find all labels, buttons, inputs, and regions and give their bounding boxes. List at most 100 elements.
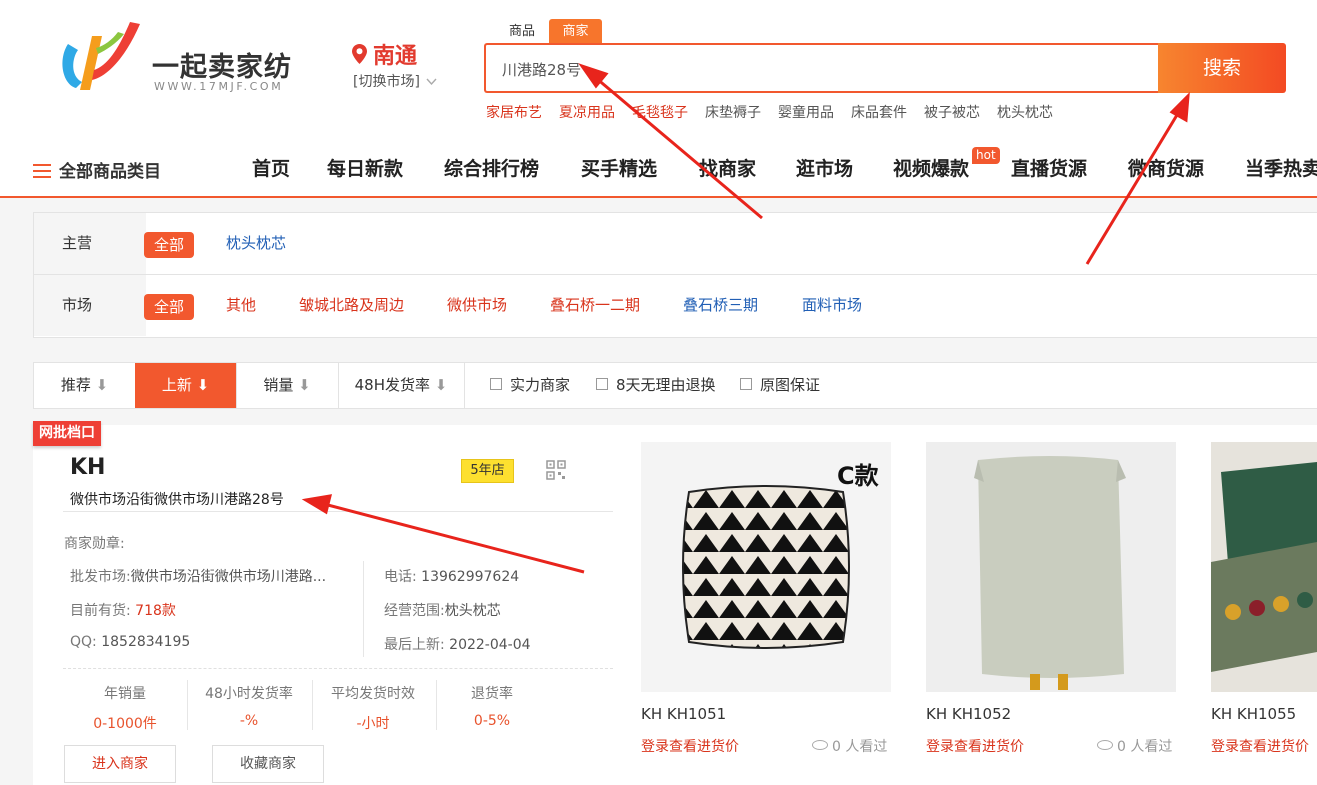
enter-shop-button[interactable]: 进入商家 [64, 745, 176, 783]
product-tag: C款 [837, 462, 879, 490]
hot-keyword[interactable]: 家居布艺 [486, 105, 542, 121]
sort-sales[interactable]: 销量 ⬇ [236, 363, 339, 408]
hot-keyword[interactable]: 床垫褥子 [705, 105, 761, 121]
stat-48h-rate: 48小时发货率 -% [188, 683, 310, 729]
check-strong-merchant[interactable]: 实力商家 [490, 363, 570, 408]
sort-recommend[interactable]: 推荐 ⬇ [34, 363, 136, 408]
logo-mark-icon [62, 22, 140, 90]
filter-market-all[interactable]: 全部 [144, 294, 194, 320]
nav-item-ranking[interactable]: 综合排行榜 [444, 154, 539, 181]
filter-market-option[interactable]: 叠石桥一二期 [550, 294, 640, 315]
shop-scope: 经营范围:枕头枕芯 [384, 600, 501, 620]
hot-keyword[interactable]: 毛毯毯子 [632, 105, 688, 121]
shop-market: 批发市场:微供市场沿街微供市场川港路... [70, 566, 326, 586]
login-price-link[interactable]: 登录查看进货价 [926, 736, 1024, 756]
filter-market-option[interactable]: 叠石桥三期 [683, 294, 758, 315]
sort-shipping-rate[interactable]: 48H发货率 ⬇ [338, 363, 465, 408]
hot-keyword[interactable]: 枕头枕芯 [997, 105, 1053, 121]
product-image[interactable] [1211, 442, 1317, 692]
collect-shop-button[interactable]: 收藏商家 [212, 745, 324, 783]
hot-keyword[interactable]: 床品套件 [851, 105, 907, 121]
nav-item-markets[interactable]: 逛市场 [796, 154, 853, 181]
info-label: 最后上新: [384, 637, 445, 653]
nav-item-video-hits[interactable]: 视频爆款 [893, 154, 969, 181]
nav-item-wechat-source[interactable]: 微商货源 [1128, 154, 1204, 181]
info-value: 1852834195 [101, 634, 191, 650]
logo-url: WWW.17MJF.COM [154, 80, 284, 93]
shop-stock: 目前有货: 718款 [70, 600, 176, 620]
hot-keyword[interactable]: 婴童用品 [778, 105, 834, 121]
login-price-link[interactable]: 登录查看进货价 [641, 736, 739, 756]
chevron-down-icon [426, 78, 437, 86]
shop-medal: 商家勋章: [64, 533, 125, 553]
hot-keyword[interactable]: 被子被芯 [924, 105, 980, 121]
stat-return-rate: 退货率 0-5% [431, 683, 553, 729]
city-selector[interactable]: 南通 [352, 38, 417, 70]
stat-annual-sales: 年销量 0-1000件 [64, 683, 186, 733]
search-tab-goods[interactable]: 商品 [497, 19, 547, 44]
info-value: 枕头枕芯 [444, 603, 501, 619]
product-name[interactable]: KH KH1055 [1211, 705, 1296, 723]
stat-value: -小时 [356, 716, 390, 732]
check-original-image[interactable]: 原图保证 [740, 363, 820, 408]
filter-main-all[interactable]: 全部 [144, 232, 194, 258]
check-label: 原图保证 [760, 376, 821, 394]
info-value: 微供市场沿街微供市场川港路... [130, 569, 327, 585]
nav-item-daily-new[interactable]: 每日新款 [327, 154, 403, 181]
info-label: 目前有货: [70, 603, 131, 619]
eye-icon [1097, 740, 1113, 750]
sort-bar: 推荐 ⬇ 上新 ⬇ 销量 ⬇ 48H发货率 ⬇ 实力商家 8天无理由退换 原图保… [33, 362, 1317, 409]
views-count: 0 人看过 [1117, 739, 1173, 755]
views-count: 0 人看过 [832, 739, 888, 755]
switch-market-label: [切换市场] [353, 74, 420, 90]
filter-market-option[interactable]: 其他 [226, 294, 256, 315]
filter-label-main: 主营 [34, 213, 146, 274]
product-name[interactable]: KH KH1051 [641, 705, 726, 723]
main-nav [0, 140, 1317, 198]
filter-row-main: 主营 全部 枕头枕芯 [34, 213, 1317, 275]
search-box [484, 43, 1158, 93]
hot-badge: hot [972, 147, 1000, 164]
nav-item-find-merchant[interactable]: 找商家 [699, 154, 756, 181]
all-categories-menu[interactable]: 全部商品类目 [33, 157, 161, 182]
divider [63, 511, 613, 512]
shop-name[interactable]: KH [70, 455, 105, 480]
stat-label: 退货率 [471, 686, 513, 702]
search-tab-merchant[interactable]: 商家 [549, 19, 602, 44]
filter-market-option[interactable]: 皱城北路及周边 [299, 294, 404, 315]
info-label: 电话: [384, 569, 417, 585]
search-button[interactable]: 搜索 [1158, 43, 1286, 93]
nav-item-live-source[interactable]: 直播货源 [1011, 154, 1087, 181]
arrow-down-icon: ⬇ [434, 376, 448, 394]
stat-avg-ship-time: 平均发货时效 -小时 [312, 683, 434, 733]
product-image[interactable]: C款 [641, 442, 891, 692]
shop-qq: QQ: 1852834195 [70, 634, 190, 650]
hot-keyword[interactable]: 夏凉用品 [559, 105, 615, 121]
all-categories-label: 全部商品类目 [59, 162, 161, 182]
nav-item-buyer-picks[interactable]: 买手精选 [581, 154, 657, 181]
shop-phone: 电话: 13962997624 [384, 566, 519, 586]
product-image[interactable] [926, 442, 1176, 692]
nav-item-seasonal[interactable]: 当季热卖 [1245, 154, 1317, 181]
sort-label: 推荐 [60, 376, 91, 394]
shop-address: 微供市场沿街微供市场川港路28号 [70, 492, 284, 508]
filter-main-option[interactable]: 枕头枕芯 [226, 232, 286, 253]
filter-market-option[interactable]: 微供市场 [447, 294, 507, 315]
product-views: 0 人看过 [1097, 736, 1172, 756]
product-views: 0 人看过 [812, 736, 887, 756]
sort-label: 48H发货率 [354, 376, 430, 394]
qr-code-icon[interactable] [546, 460, 566, 480]
eye-icon [812, 740, 828, 750]
switch-market-link[interactable]: [切换市场] [353, 71, 437, 91]
check-8day-return[interactable]: 8天无理由退换 [596, 363, 716, 408]
checkbox-icon [490, 378, 502, 390]
sort-new[interactable]: 上新 ⬇ [135, 363, 237, 408]
info-value: 2022-04-04 [449, 637, 531, 653]
site-logo[interactable]: 一起卖家纺 WWW.17MJF.COM [58, 14, 308, 100]
filter-market-option[interactable]: 面料市场 [802, 294, 862, 315]
nav-item-home[interactable]: 首页 [252, 154, 290, 181]
search-input[interactable] [500, 45, 1144, 93]
menu-icon [33, 164, 51, 178]
product-name[interactable]: KH KH1052 [926, 705, 1011, 723]
login-price-link[interactable]: 登录查看进货价 [1211, 736, 1309, 756]
